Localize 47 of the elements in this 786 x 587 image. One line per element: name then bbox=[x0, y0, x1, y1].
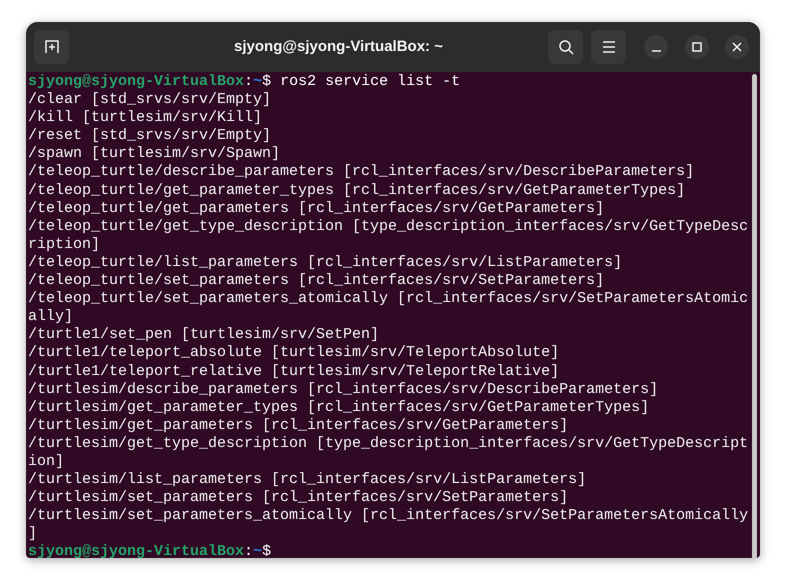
output-line: /teleop_turtle/set_parameters_atomically [rcl_interfaces/srv/SetParametersAtomic bbox=[28, 290, 748, 308]
search-icon bbox=[558, 39, 574, 55]
menu-icon bbox=[602, 41, 616, 53]
maximize-icon bbox=[692, 42, 702, 52]
search-button[interactable] bbox=[548, 30, 583, 64]
minimize-button[interactable] bbox=[644, 35, 668, 59]
scrollbar[interactable] bbox=[752, 74, 757, 558]
prompt-user-host: sjyong@sjyong-VirtualBox bbox=[28, 73, 244, 92]
output-line: /teleop_turtle/get_parameters [rcl_interfaces/srv/GetParameters] bbox=[28, 200, 606, 218]
output-line: /teleop_turtle/get_parameter_types [rcl_interfaces/srv/GetParameterTypes] bbox=[28, 182, 686, 200]
prompt-path: ~ bbox=[253, 73, 262, 92]
output-line: /turtlesim/set_parameters [rcl_interfaces/srv/SetParameters] bbox=[28, 489, 570, 508]
window-title: sjyong@sjyong-VirtualBox: ~ bbox=[234, 36, 443, 57]
output-line: /turtlesim/get_type_description [type_description_interfaces/srv/GetTypeDescript bbox=[28, 434, 748, 453]
output-line: /turtle1/teleport_absolute [turtlesim/srv/TeleportAbsolute] bbox=[28, 344, 560, 362]
output-line: /clear [std_srvs/srv/Empty] bbox=[28, 91, 272, 110]
new-tab-button[interactable] bbox=[34, 30, 69, 64]
output-line: ription] bbox=[28, 236, 102, 254]
output-line: /turtlesim/get_parameter_types [rcl_interfaces/srv/GetParameterTypes] bbox=[28, 398, 650, 417]
output-line: /turtlesim/get_parameters [rcl_interfaces/srv/GetParameters] bbox=[28, 416, 570, 435]
output-line: /turtlesim/list_parameters [rcl_interfaces/srv/ListParameters] bbox=[28, 471, 588, 490]
output-line: /turtle1/teleport_relative [turtlesim/srv/TeleportRelative] bbox=[28, 362, 560, 381]
output-line: ] bbox=[28, 525, 38, 544]
output-line: /teleop_turtle/describe_parameters [rcl_interfaces/srv/DescribeParameters] bbox=[28, 163, 696, 182]
output-line: /reset [std_srvs/srv/Empty] bbox=[28, 127, 272, 146]
menu-button[interactable] bbox=[591, 30, 626, 64]
maximize-button[interactable] bbox=[685, 35, 709, 59]
prompt-separator: : bbox=[244, 543, 254, 558]
output-line: ion] bbox=[28, 452, 66, 472]
command-text: ros2 service list -t bbox=[279, 73, 460, 92]
output-line: /teleop_turtle/set_parameters [rcl_interfaces/srv/SetParameters] bbox=[28, 272, 606, 290]
output-line: /teleop_turtle/get_type_description [type_description_interfaces/srv/GetTypeDesc bbox=[28, 218, 748, 236]
close-button[interactable] bbox=[725, 35, 749, 59]
output-line: /turtlesim/describe_parameters [rcl_interfaces/srv/DescribeParameters] bbox=[28, 380, 660, 399]
output-line: /turtlesim/set_parameters_atomically [rcl_interfaces/srv/SetParametersAtomically bbox=[28, 507, 748, 526]
prompt-symbol: $ bbox=[262, 73, 272, 92]
prompt-separator: : bbox=[244, 73, 254, 92]
output-line: /turtle1/set_pen [turtlesim/srv/SetPen] bbox=[28, 326, 380, 344]
prompt-path: ~ bbox=[253, 543, 262, 558]
close-icon bbox=[732, 42, 742, 52]
output-line: /teleop_turtle/list_parameters [rcl_interfaces/srv/ListParameters] bbox=[28, 254, 624, 272]
minimize-icon bbox=[652, 50, 660, 52]
output-line: /spawn [turtlesim/srv/Spawn] bbox=[28, 145, 282, 164]
output-line: ally] bbox=[28, 308, 74, 326]
new-tab-icon bbox=[44, 39, 60, 55]
prompt-symbol: $ bbox=[262, 543, 272, 558]
output-line: /kill [turtlesim/srv/Kill] bbox=[28, 109, 264, 128]
